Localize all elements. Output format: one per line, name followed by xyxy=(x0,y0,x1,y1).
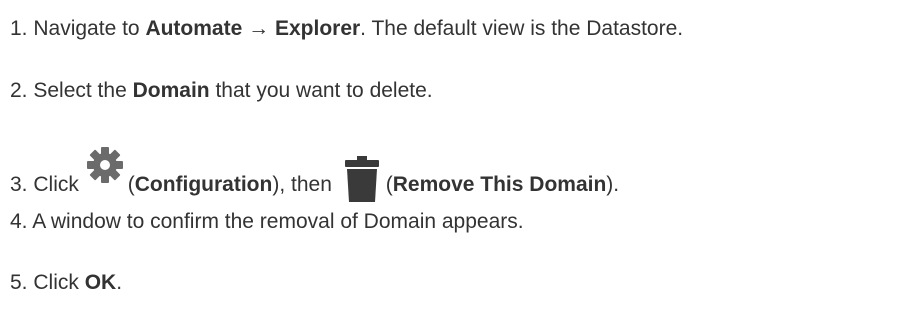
term-remove-domain: Remove This Domain xyxy=(392,173,607,196)
step-text: . The default view is the Datastore. xyxy=(360,17,684,40)
step-text: A window to confirm the removal of Domai… xyxy=(32,210,524,233)
step-number: 3. xyxy=(10,173,28,196)
step-number: 5. xyxy=(10,271,28,294)
step-text: . xyxy=(116,271,123,294)
step-number: 4. xyxy=(10,210,28,233)
trash-icon xyxy=(342,155,382,203)
step-text: Navigate to xyxy=(33,17,140,40)
term-ok: OK xyxy=(84,271,117,294)
step-4: 4. A window to confirm the removal of Do… xyxy=(10,209,524,235)
step-1: 1. Navigate to Automate → Explorer. The … xyxy=(10,16,683,42)
step-5: 5. Click OK. xyxy=(10,270,122,296)
term-domain: Domain xyxy=(132,79,210,102)
term-configuration: Configuration xyxy=(134,173,273,196)
gear-icon xyxy=(85,145,125,185)
step-text: that you want to delete. xyxy=(215,79,433,102)
step-text: Select the xyxy=(33,79,127,102)
menu-explorer: Explorer xyxy=(274,17,361,40)
step-text: ). xyxy=(606,173,620,196)
arrow-glyph: → xyxy=(248,17,270,40)
step-number: 1. xyxy=(10,17,28,40)
step-text: Click xyxy=(33,271,79,294)
menu-automate: Automate xyxy=(145,17,243,40)
step-2: 2. Select the Domain that you want to de… xyxy=(10,78,433,104)
step-text: ), then xyxy=(272,173,332,196)
step-3: 3. Click (Configuration), then (Remove T… xyxy=(10,145,619,203)
step-text: Click xyxy=(33,173,79,196)
step-text: ( xyxy=(385,173,393,196)
step-number: 2. xyxy=(10,79,28,102)
step-text: ( xyxy=(127,173,135,196)
